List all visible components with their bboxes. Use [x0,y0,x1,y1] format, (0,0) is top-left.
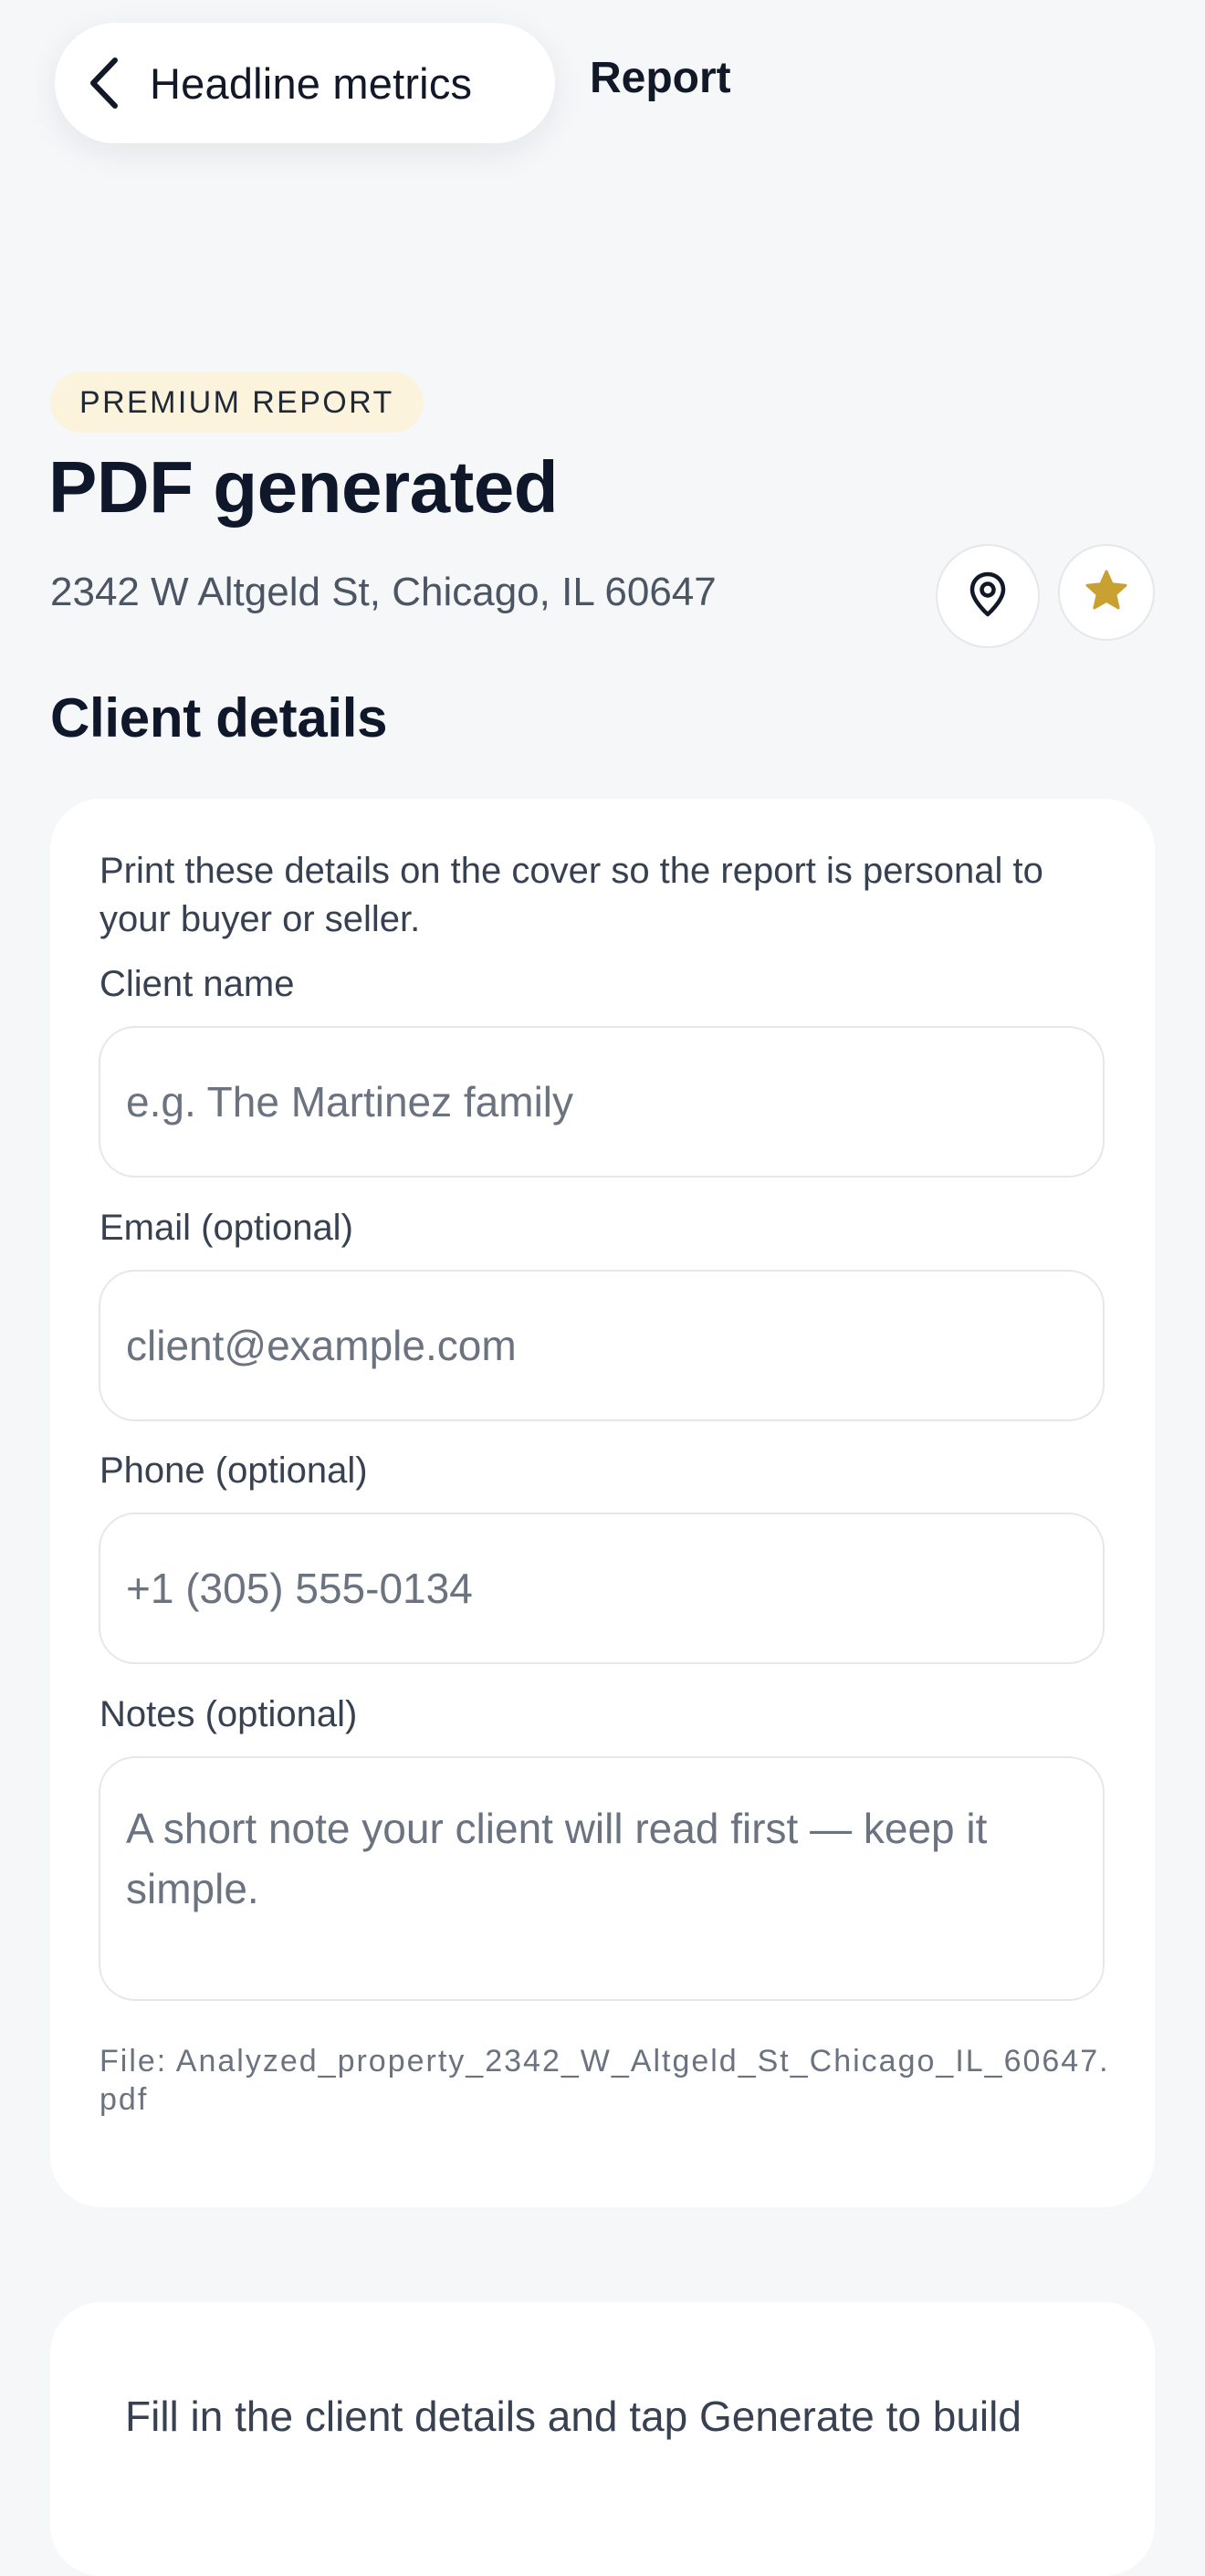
generate-card: Fill in the client details and tap Gener… [50,2302,1155,2576]
top-bar: Headline metrics Report [0,0,1205,164]
client-details-heading: Client details [50,687,388,749]
notes-textarea[interactable] [99,1756,1105,2001]
page-title: PDF generated [48,446,559,528]
phone-label: Phone (optional) [100,1450,368,1491]
generate-instructions: Fill in the client details and tap Gener… [125,2393,1022,2440]
favorite-button[interactable] [1058,544,1155,641]
client-details-intro: Print these details on the cover so the … [100,851,1043,939]
chevron-left-icon [86,57,122,110]
back-button-label: Headline metrics [150,58,473,108]
phone-input[interactable] [99,1513,1105,1664]
email-input[interactable] [99,1270,1105,1421]
screen-title: Report [590,54,731,102]
back-button[interactable]: Headline metrics [55,23,555,143]
star-icon [1084,569,1129,617]
location-button[interactable] [936,544,1040,648]
email-label: Email (optional) [100,1208,353,1248]
file-name: File: Analyzed_property_2342_W_Altgeld_S… [100,2044,1110,2117]
premium-report-badge: PREMIUM REPORT [50,372,424,433]
property-address: 2342 W Altgeld St, Chicago, IL 60647 [50,570,717,614]
notes-label: Notes (optional) [100,1694,358,1734]
client-details-card: Print these details on the cover so the … [50,799,1155,2207]
client-name-input[interactable] [99,1026,1105,1178]
map-pin-icon [967,571,1009,623]
client-name-label: Client name [100,964,295,1004]
